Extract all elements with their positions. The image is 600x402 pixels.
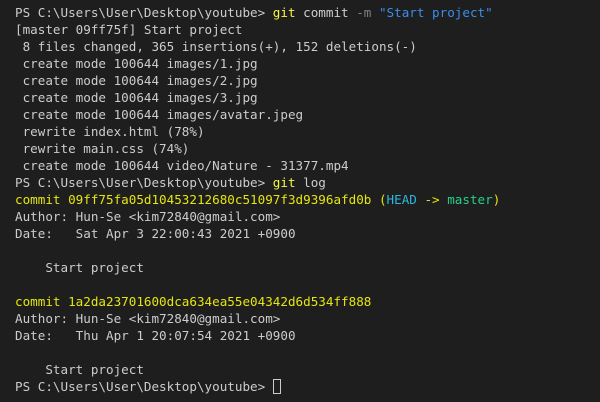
- output-line: 8 files changed, 365 insertions(+), 152 …: [15, 39, 417, 54]
- prompt: PS C:\Users\User\Desktop\youtube>: [15, 379, 273, 394]
- output-line: create mode 100644 images/1.jpg: [15, 56, 258, 71]
- command-flag: -m: [356, 5, 372, 20]
- prompt: PS C:\Users\User\Desktop\youtube>: [15, 175, 273, 190]
- log-commit-line: commit 09ff75fa05d10453212680c51097f3d93…: [15, 191, 600, 208]
- cursor[interactable]: [272, 379, 281, 394]
- output-line: create mode 100644 images/2.jpg: [15, 73, 258, 88]
- output-line: create mode 100644 images/3.jpg: [15, 90, 258, 105]
- command-subcommand: log: [295, 175, 326, 190]
- ref-branch: master: [447, 192, 493, 207]
- command-program: git: [272, 175, 296, 190]
- output-line: create mode 100644 video/Nature - 31377.…: [15, 158, 349, 173]
- ref-head: HEAD: [386, 192, 417, 207]
- log-date: Date: Thu Apr 1 20:07:54 2021 +0900: [15, 328, 296, 343]
- command-subcommand: commit: [295, 5, 357, 20]
- prompt-line: PS C:\Users\User\Desktop\youtube> git lo…: [15, 174, 600, 191]
- output-line: create mode 100644 images/avatar.jpeg: [15, 107, 304, 122]
- command-message-string: "Start project": [371, 5, 493, 20]
- output-line: [master 09ff75f] Start project: [15, 22, 243, 37]
- prompt-line: PS C:\Users\User\Desktop\youtube> git co…: [15, 4, 600, 21]
- log-commit-line: commit 1a2da23701600dca634ea55e04342d6d5…: [15, 294, 372, 309]
- log-message: Start project: [15, 260, 144, 275]
- commit-hash: commit 09ff75fa05d10453212680c51097f3d93…: [15, 192, 372, 207]
- log-message: Start project: [15, 362, 144, 377]
- command-program: git: [272, 5, 296, 20]
- output-line: rewrite index.html (78%): [15, 124, 205, 139]
- prompt-line: PS C:\Users\User\Desktop\youtube>: [15, 378, 600, 395]
- terminal-window[interactable]: PS C:\Users\User\Desktop\youtube> git co…: [0, 0, 600, 402]
- log-author: Author: Hun-Se <kim72840@gmail.com>: [15, 209, 281, 224]
- output-line: rewrite main.css (74%): [15, 141, 190, 156]
- ref-arrow: ->: [416, 192, 448, 207]
- ref-paren-close: ): [492, 192, 501, 207]
- log-author: Author: Hun-Se <kim72840@gmail.com>: [15, 311, 281, 326]
- ref-paren-open: (: [371, 192, 387, 207]
- prompt: PS C:\Users\User\Desktop\youtube>: [15, 5, 273, 20]
- log-date: Date: Sat Apr 3 22:00:43 2021 +0900: [15, 226, 296, 241]
